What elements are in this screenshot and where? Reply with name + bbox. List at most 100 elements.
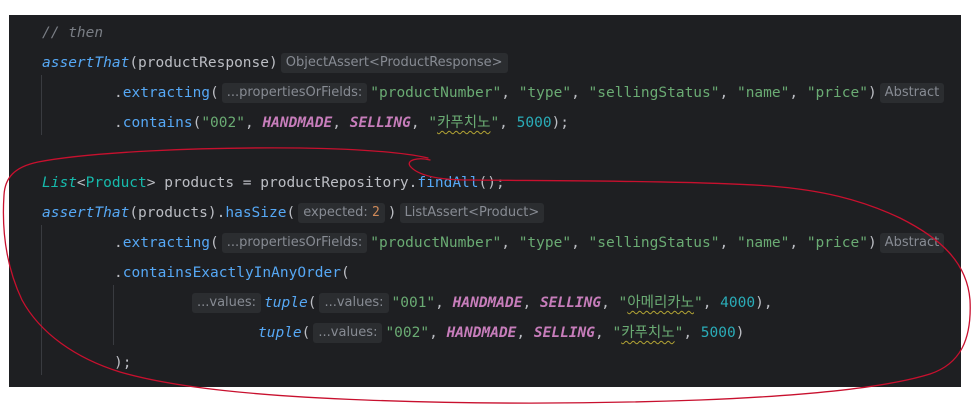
comma: ,	[683, 325, 701, 341]
paren: (	[286, 205, 296, 221]
comma: ,	[789, 85, 807, 101]
comment-text: // then	[42, 25, 104, 41]
string-korean: 아메리카노	[627, 295, 694, 311]
type-hint: Abstract	[879, 233, 945, 253]
code-line-tuple-001[interactable]: ...values: tuple(...values: "001", HANDMAD…	[189, 288, 773, 318]
code-line-comment[interactable]: // then	[42, 18, 103, 48]
method-tuple: tuple	[258, 325, 302, 341]
dot: .	[114, 235, 123, 251]
string-literal: "type"	[518, 85, 572, 101]
paren: )	[387, 205, 397, 221]
paren: )	[867, 235, 877, 251]
paren: )	[269, 55, 278, 71]
indent-guide	[41, 225, 42, 375]
code-line-extracting[interactable]: .extracting(...propertiesOrFields: "produ…	[114, 78, 947, 108]
string-literal: "sellingStatus"	[588, 85, 720, 101]
code-line-extracting[interactable]: .extracting(...propertiesOrFields: "produ…	[114, 228, 947, 258]
hint-label: expected:	[303, 205, 368, 220]
string-literal: "productNumber"	[370, 235, 502, 251]
paren: (	[129, 55, 139, 71]
quote: "	[674, 325, 684, 341]
parameter-hint: ...values:	[313, 323, 383, 343]
comma: ,	[571, 235, 589, 251]
paren: (	[210, 85, 219, 101]
parameter-hint: ...propertiesOrFields:	[221, 233, 368, 253]
string-literal: "productNumber"	[370, 85, 502, 101]
method-extracting: extracting	[122, 85, 211, 101]
angle-bracket: <	[76, 175, 86, 191]
variable-product-response: productResponse	[138, 55, 269, 71]
parameter-hint: ...propertiesOrFields:	[221, 83, 368, 103]
parameter-hint: ...values:	[192, 293, 262, 313]
string-literal: "001"	[391, 295, 436, 311]
type-hint: Abstract	[879, 83, 945, 103]
method-has-size: hasSize	[225, 205, 287, 221]
paren: (	[301, 325, 311, 341]
type-hint: ObjectAssert<ProductResponse>	[280, 53, 508, 73]
string-literal: "type"	[518, 235, 572, 251]
comma: ,	[719, 85, 737, 101]
method-contains-exactly-in-any-order: containsExactlyInAnyOrder	[122, 265, 341, 281]
enum-constant: SELLING	[349, 115, 411, 131]
quote: "	[490, 115, 500, 131]
enum-constant: HANDMADE	[452, 295, 523, 311]
indent-guide	[41, 75, 42, 135]
paren: (	[340, 265, 350, 281]
comma: ,	[410, 115, 429, 131]
code-line-has-size[interactable]: assertThat(products).hasSize(expected: 2…	[42, 198, 547, 228]
enum-constant: SELLING	[533, 325, 595, 341]
string-literal: "sellingStatus"	[588, 235, 720, 251]
enum-constant: HANDMADE	[262, 115, 333, 131]
number-literal: 5000	[516, 115, 552, 131]
code-line-assert-product-response[interactable]: assertThat(productResponse) ObjectAssert<…	[42, 48, 511, 78]
string-literal: "price"	[806, 85, 868, 101]
type-product: Product	[85, 175, 147, 191]
comma: ,	[595, 325, 613, 341]
quote: "	[428, 115, 438, 131]
enum-constant: SELLING	[539, 295, 602, 311]
dot: .	[114, 265, 123, 281]
angle-bracket: >	[146, 175, 156, 191]
comma: ,	[244, 115, 263, 131]
method-tuple: tuple	[264, 295, 308, 311]
comma: ,	[522, 295, 540, 311]
number-literal: 5000	[700, 325, 736, 341]
paren: (	[129, 205, 139, 221]
variable-products: products	[138, 205, 208, 221]
string-korean: 카푸치노	[437, 115, 491, 131]
comma: ,	[501, 85, 519, 101]
method-contains: contains	[122, 115, 193, 131]
comma: ,	[332, 115, 350, 131]
comma: ,	[571, 85, 589, 101]
code-line-contains[interactable]: .contains("002", HANDMADE, SELLING, "카푸치…	[114, 108, 569, 138]
paren: )	[735, 325, 745, 341]
code-editor[interactable]: // then assertThat(productResponse) Objec…	[9, 15, 961, 387]
comma: ,	[499, 115, 517, 131]
paren: (	[192, 115, 202, 131]
comma: ,	[429, 325, 447, 341]
paren: ();	[478, 175, 505, 191]
parameter-hint: expected: 2	[298, 203, 385, 223]
paren: ),	[755, 295, 773, 311]
code-line-find-all[interactable]: List<Product> products = productReposito…	[42, 168, 505, 198]
hint-value: 2	[371, 205, 380, 220]
comma: ,	[719, 235, 737, 251]
enum-constant: HANDMADE	[446, 325, 517, 341]
dot: ).	[207, 205, 226, 221]
paren: )	[867, 85, 877, 101]
string-korean: 카푸치노	[621, 325, 675, 341]
code-line-tuple-002[interactable]: tuple(...values: "002", HANDMADE, SELLING…	[258, 318, 744, 348]
dot: .	[114, 115, 123, 131]
type-list: List	[42, 175, 77, 191]
string-literal: "price"	[806, 235, 868, 251]
parameter-hint: ...values:	[319, 293, 389, 313]
code-line-close[interactable]: );	[114, 348, 131, 378]
closing-paren: );	[114, 355, 132, 371]
method-find-all: findAll	[417, 175, 479, 191]
method-assert-that: assertThat	[42, 205, 130, 221]
code-line-contains-exactly[interactable]: .containsExactlyInAnyOrder(	[114, 258, 350, 288]
paren: (	[307, 295, 317, 311]
type-hint: ListAssert<Product>	[399, 203, 545, 223]
comma: ,	[702, 295, 721, 311]
number-literal: 4000	[720, 295, 756, 311]
